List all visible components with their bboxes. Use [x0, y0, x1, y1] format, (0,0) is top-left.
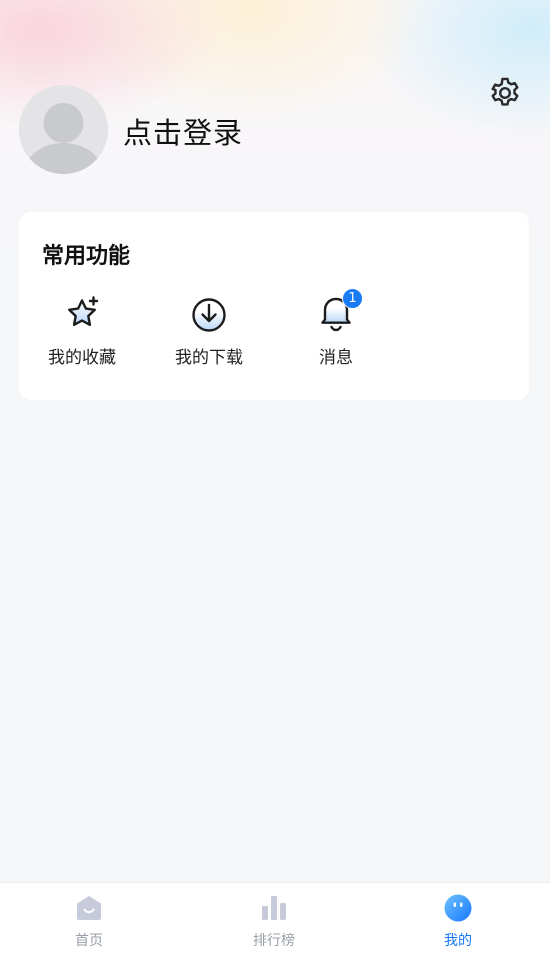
avatar[interactable] [19, 85, 108, 174]
settings-button[interactable] [486, 74, 524, 112]
gear-icon [491, 77, 519, 106]
download-circle-icon [192, 298, 226, 332]
tab-home[interactable]: 首页 [29, 893, 149, 953]
tab-ranking[interactable]: 排行榜 [214, 893, 334, 953]
profile-face-icon [444, 894, 472, 922]
star-sparkle-icon [68, 296, 99, 326]
tab-ranking-label: 排行榜 [253, 933, 295, 949]
favorites-button[interactable]: 我的收藏 [27, 294, 137, 374]
favorites-label: 我的收藏 [48, 348, 116, 368]
messages-button[interactable]: 1 消息 [281, 288, 391, 374]
tab-mine-label: 我的 [444, 933, 472, 949]
messages-label: 消息 [319, 348, 353, 368]
downloads-button[interactable]: 我的下载 [154, 294, 264, 374]
card-title: 常用功能 [42, 244, 131, 269]
tab-home-label: 首页 [75, 933, 103, 949]
login-prompt[interactable]: 点击登录 [123, 110, 243, 152]
unread-badge: 1 [342, 288, 363, 309]
common-functions-card: 常用功能 我的收藏 我的下载 1 消息 [19, 212, 529, 400]
default-avatar-icon [19, 85, 108, 174]
downloads-label: 我的下载 [175, 348, 243, 368]
home-icon [77, 896, 101, 920]
tab-mine[interactable]: 我的 [398, 893, 518, 953]
bar-chart-icon [262, 896, 286, 920]
bottom-tab-bar: 首页 排行榜 我的 [0, 882, 550, 957]
